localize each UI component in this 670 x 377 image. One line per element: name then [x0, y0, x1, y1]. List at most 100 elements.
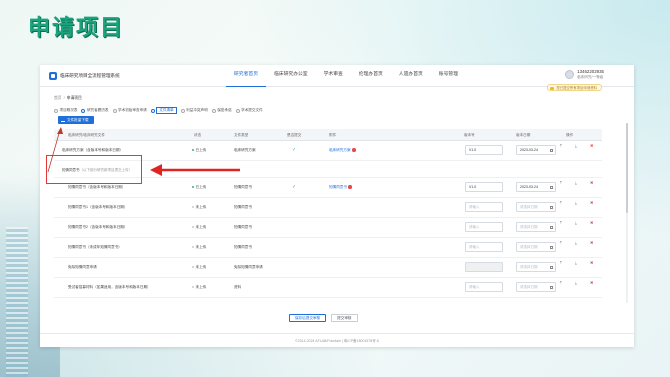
version-date-value: 2023-03-24 — [520, 148, 538, 152]
table-row: 知情同意书2（含版本号和版本日期） 未上传 知情同意书 请输入 请选择日期 ⤒ … — [54, 218, 602, 238]
version-date-picker[interactable]: 请选择日期 — [516, 282, 556, 292]
nav-researcher-home[interactable]: 研究者首页 — [226, 65, 266, 87]
column-header-attachment: 附件 — [329, 133, 337, 137]
row-status: 已上传 — [192, 148, 206, 153]
row-doc-name: 免除知情同意申请 — [68, 265, 97, 269]
delete-icon[interactable]: ✖ — [590, 201, 593, 205]
filter-project-overview[interactable]: 项目概况表 — [54, 108, 77, 113]
row-status-text: 已上传 — [195, 148, 207, 152]
download-icon[interactable]: ⤓ — [575, 241, 577, 245]
user-phone: 13462202935 — [577, 69, 604, 74]
breadcrumb-home[interactable]: 首页 — [54, 96, 62, 100]
version-date-picker[interactable]: 2023-03-24 — [516, 145, 556, 155]
filter-confidentiality[interactable]: 保密承诺 — [211, 108, 232, 113]
table-header: 临床研究/临床研究文件 状态 文件类型 是否提交 附件 版本号 版本日期 操作 — [54, 129, 602, 141]
delete-icon[interactable]: ✖ — [590, 144, 593, 148]
delete-icon[interactable]: ✖ — [590, 281, 593, 285]
subrow-name: 知情同意书 — [62, 168, 80, 172]
row-status: 已上传 — [192, 185, 206, 190]
version-date-picker[interactable]: 请选择日期 — [516, 222, 556, 232]
upload-icon[interactable]: ⤒ — [560, 144, 562, 148]
filter-academic-submission[interactable]: 学术提交文件 — [235, 108, 263, 113]
delete-icon[interactable]: ✖ — [590, 181, 593, 185]
version-date-picker[interactable]: 请选择日期 — [516, 202, 556, 212]
version-date-value: 请选择日期 — [520, 265, 538, 269]
nav-ethics-office[interactable]: 伦理办首页 — [351, 65, 391, 87]
row-status-text: 未上传 — [195, 245, 207, 249]
upload-icon[interactable]: ⤒ — [560, 201, 562, 205]
version-input-disabled — [465, 262, 503, 272]
batch-download-button[interactable]: 文件批量下载 — [58, 116, 94, 124]
filter-academic-review-application[interactable]: 学术初始审查申请 — [112, 108, 147, 113]
user-menu[interactable]: 13462202935 临床研究/一等级 — [565, 69, 604, 80]
scrollbar-thumb[interactable] — [626, 123, 628, 213]
delete-icon[interactable]: ✖ — [590, 261, 593, 265]
row-doc-name: 受试者招募材料（如果适用，含版本号和版本日期） — [68, 285, 151, 289]
download-icon[interactable]: ⤓ — [575, 281, 577, 285]
nav-hgr-office[interactable]: 人遗办首页 — [391, 65, 431, 87]
nav-academic-review[interactable]: 学术审查 — [316, 65, 351, 87]
filter-label: 文件清单 — [156, 107, 177, 114]
table-scrollbar[interactable] — [626, 123, 628, 303]
upload-icon[interactable]: ⤒ — [560, 281, 562, 285]
status-dot-icon — [192, 246, 194, 249]
download-icon[interactable]: ⤓ — [575, 261, 577, 265]
subrow-hint: （以下部分研究新项目提交上传） — [79, 168, 133, 172]
attachment-link[interactable]: 知情同意书 — [329, 185, 347, 189]
download-icon[interactable]: ⤓ — [575, 201, 577, 205]
column-header-type: 文件类型 — [234, 133, 249, 137]
version-input[interactable]: 请输入 — [465, 202, 503, 212]
download-icon[interactable]: ⤓ — [575, 221, 577, 225]
filter-document-list[interactable]: 文件清单 — [150, 107, 177, 114]
upload-icon[interactable]: ⤒ — [560, 241, 562, 245]
version-input[interactable]: 请输入 — [465, 282, 503, 292]
delete-icon[interactable]: ✖ — [590, 221, 593, 225]
remove-attachment-icon[interactable] — [348, 185, 352, 189]
version-input[interactable]: 请输入 — [465, 222, 503, 232]
table-row: 知情同意书1（含版本号和版本日期） 未上传 知情同意书 请输入 请选择日期 ⤒ … — [54, 198, 602, 218]
version-date-picker[interactable]: 请选择日期 — [516, 262, 556, 272]
breadcrumb-current: 申请项目 — [66, 96, 82, 100]
version-date-picker[interactable]: 2023-03-24 — [516, 182, 556, 192]
save-and-submit-button[interactable]: 保存后提交审核 — [289, 314, 327, 322]
filter-label: 学术提交文件 — [241, 108, 263, 112]
nav-clinical-office[interactable]: 临床研究办公室 — [266, 65, 316, 87]
nav-account[interactable]: 账号管理 — [431, 65, 466, 87]
version-input[interactable]: V1.0 — [465, 182, 503, 192]
slide-title: 申请项目 — [28, 16, 125, 41]
checkmark-icon: ✓ — [292, 184, 297, 190]
warning-icon — [550, 86, 554, 90]
footer-actions: 保存后提交审核 提交审核 — [289, 314, 358, 322]
version-input[interactable]: 请输入 — [465, 242, 503, 252]
radio-checked-icon — [150, 108, 155, 113]
download-icon[interactable]: ⤓ — [575, 181, 577, 185]
calendar-icon — [549, 285, 553, 289]
status-dot-icon — [192, 286, 194, 289]
submit-review-button[interactable]: 提交审核 — [331, 314, 358, 322]
upload-icon[interactable]: ⤒ — [560, 261, 562, 265]
filter-conflict-of-interest[interactable]: 利益冲突声明 — [180, 108, 208, 113]
filter-researcher-resume[interactable]: 研究者履历表 — [81, 108, 109, 113]
radio-icon — [180, 108, 185, 113]
version-input[interactable]: V1.0 — [465, 145, 503, 155]
version-date-picker[interactable]: 请选择日期 — [516, 242, 556, 252]
row-attachment: 知情同意书 — [329, 185, 352, 190]
app-window: 临床研究项目全流程管理系统 研究者首页 临床研究办公室 学术审查 伦理办首页 人… — [40, 65, 634, 347]
radio-icon — [54, 108, 58, 113]
status-dot-icon — [192, 149, 194, 152]
radio-icon — [211, 108, 216, 113]
column-header-actions: 操作 — [566, 133, 574, 137]
upload-icon[interactable]: ⤒ — [560, 221, 562, 225]
download-icon[interactable]: ⤓ — [575, 144, 577, 148]
row-doc-type: 资料 — [234, 285, 242, 289]
calendar-icon — [549, 225, 553, 229]
delete-icon[interactable]: ✖ — [590, 241, 593, 245]
user-role: 临床研究/一等级 — [577, 75, 604, 79]
version-date-value: 请选择日期 — [520, 225, 538, 229]
attachment-link[interactable]: 临床研究方案 — [329, 148, 351, 152]
upload-icon[interactable]: ⤒ — [560, 181, 562, 185]
row-status-text: 未上传 — [195, 205, 207, 209]
version-date-value: 请选择日期 — [520, 205, 538, 209]
filter-label: 项目概况表 — [59, 108, 78, 112]
remove-attachment-icon[interactable] — [352, 148, 356, 152]
